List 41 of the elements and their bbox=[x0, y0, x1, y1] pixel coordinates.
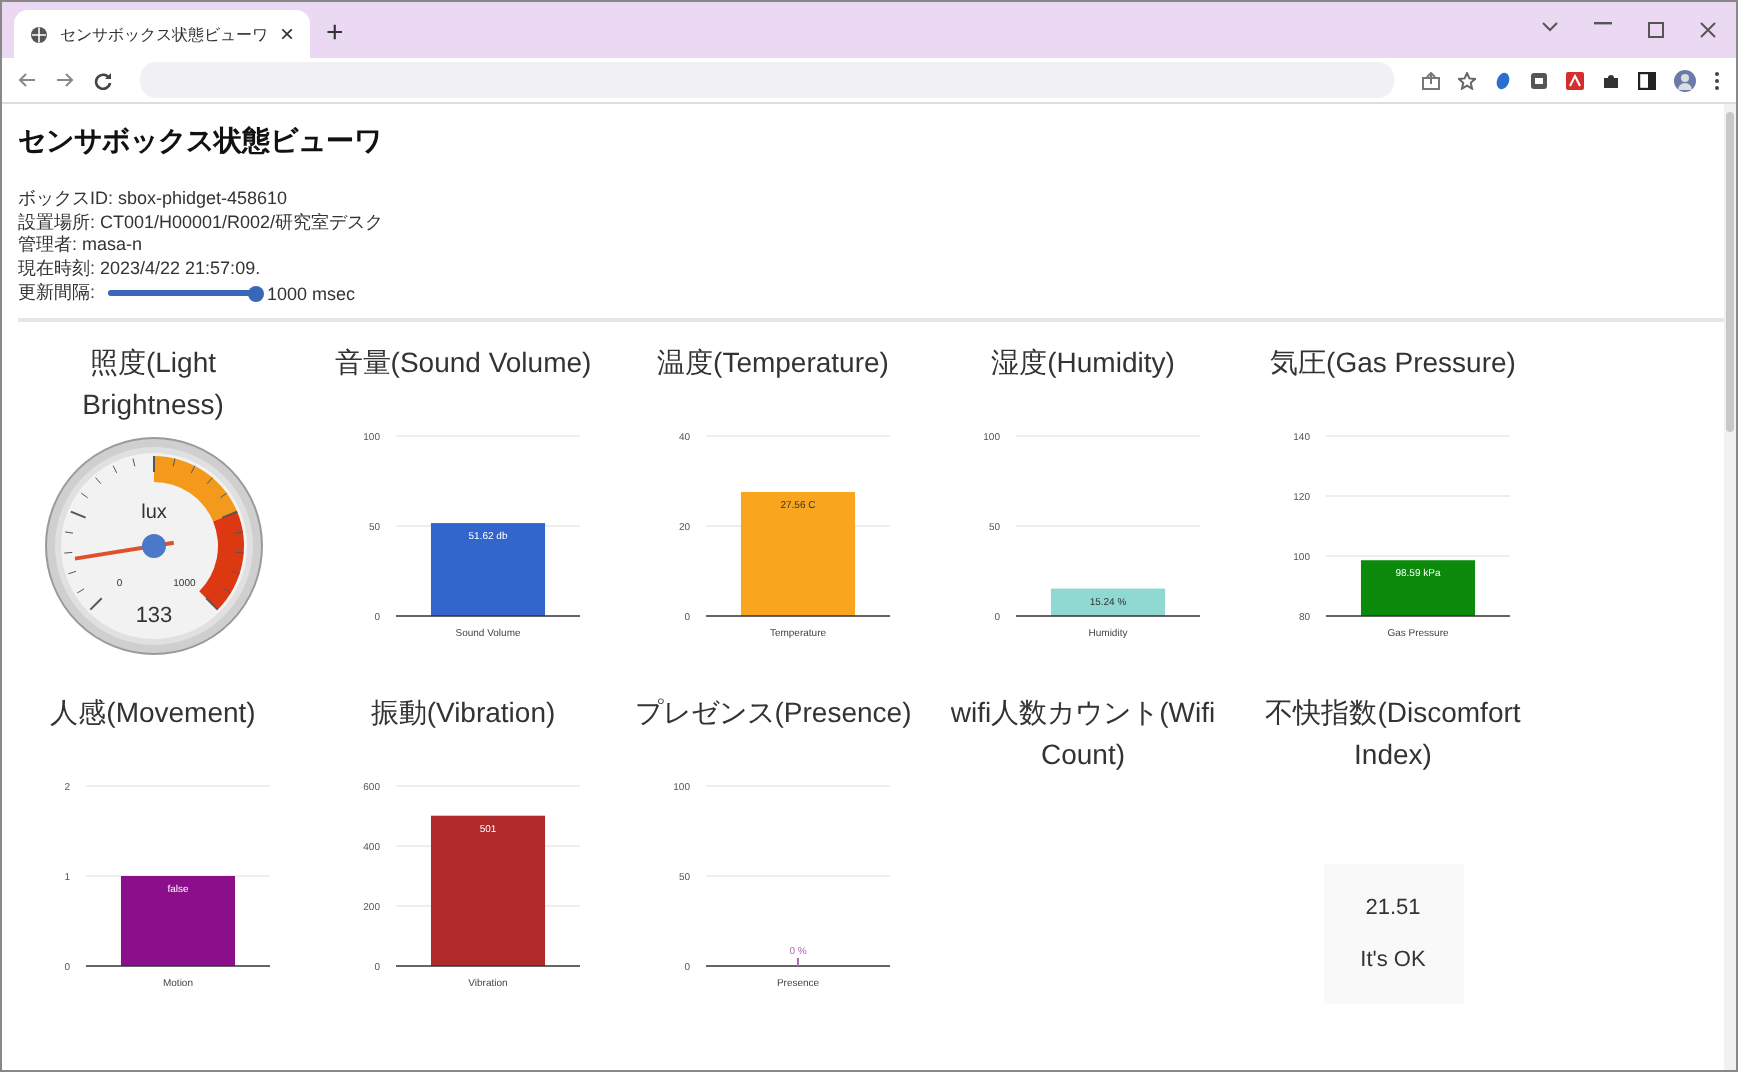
info-line: ボックスID: sbox-phidget-458610 bbox=[18, 188, 290, 212]
panel-title: 照度(Light Brightness) bbox=[80, 344, 226, 425]
info-line: 現在時刻: 2023/4/22 21:57:09. bbox=[18, 257, 263, 281]
back-arrow-icon[interactable] bbox=[18, 72, 36, 88]
panel-title: 振動(Vibration) bbox=[368, 694, 558, 733]
interval-label: 更新間隔: bbox=[18, 280, 96, 307]
gauge-needle bbox=[73, 534, 174, 562]
tab-title: センサボックス状態ビューワ bbox=[60, 23, 268, 45]
info-line: 設置場所: CT001/H00001/R002/研究室デスク bbox=[18, 211, 386, 235]
forward-arrow-icon[interactable] bbox=[56, 72, 74, 88]
share-icon[interactable] bbox=[1422, 71, 1440, 89]
avatar-icon[interactable] bbox=[1674, 69, 1696, 91]
panel-title: プレゼンス(Presence) bbox=[633, 694, 913, 733]
panel-title: 不快指数(Discomfort Index) bbox=[1263, 694, 1523, 775]
star-icon[interactable] bbox=[1458, 71, 1476, 89]
browser-tab[interactable]: センサボックス状態ビューワ × bbox=[14, 10, 310, 58]
scrollbar[interactable] bbox=[1724, 104, 1736, 1070]
gauge-value: 133 bbox=[134, 604, 172, 629]
panel-title: wifi人数カウント(Wifi Count) bbox=[948, 694, 1218, 775]
close-tab-button[interactable]: × bbox=[279, 20, 294, 48]
minimize-icon[interactable] bbox=[1594, 22, 1612, 26]
panel-title: 人感(Movement) bbox=[48, 694, 258, 733]
interval-reading: 1000 msec bbox=[267, 283, 356, 304]
gauge-unit: lux bbox=[140, 502, 166, 525]
panel-title: 温度(Temperature) bbox=[655, 344, 891, 383]
panel-title: 音量(Sound Volume) bbox=[332, 344, 594, 383]
index-message: It's OK bbox=[1360, 948, 1426, 973]
side-panel-icon[interactable] bbox=[1638, 71, 1656, 89]
page-title: センサボックス状態ビューワ bbox=[18, 124, 384, 160]
reload-icon[interactable] bbox=[94, 71, 112, 89]
pdf-icon[interactable] bbox=[1566, 71, 1584, 89]
globe-icon bbox=[30, 25, 48, 43]
panel-title: 湿度(Humidity) bbox=[989, 344, 1177, 383]
close-icon[interactable] bbox=[1700, 22, 1716, 38]
chevron-down-icon[interactable] bbox=[1542, 22, 1558, 32]
menu-icon[interactable] bbox=[1714, 71, 1720, 89]
panel-title: 気圧(Gas Pressure) bbox=[1268, 344, 1518, 383]
index-value: 21.51 bbox=[1365, 896, 1421, 921]
new-tab-button[interactable]: + bbox=[326, 16, 344, 50]
maximize-icon[interactable] bbox=[1648, 22, 1664, 38]
info-line: 管理者: masa-n bbox=[18, 234, 145, 258]
